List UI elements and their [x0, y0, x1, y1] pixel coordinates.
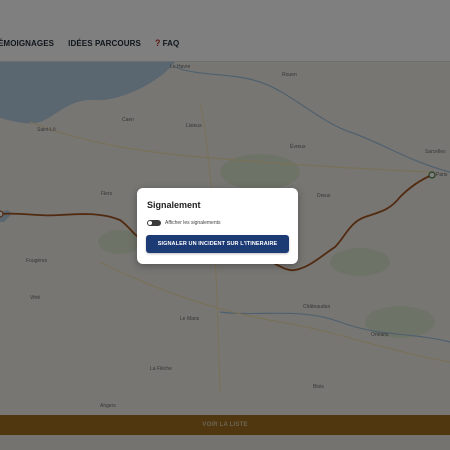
show-reports-toggle[interactable]	[147, 220, 161, 226]
show-reports-label: Afficher les signalements	[165, 220, 221, 226]
show-reports-toggle-row: Afficher les signalements	[147, 220, 221, 226]
report-incident-button[interactable]: SIGNALER UN INCIDENT SUR L'ITINERAIRE	[146, 235, 289, 253]
signalement-modal: Signalement Afficher les signalements SI…	[137, 188, 298, 264]
toggle-knob	[148, 221, 152, 225]
modal-title: Signalement	[147, 200, 201, 210]
